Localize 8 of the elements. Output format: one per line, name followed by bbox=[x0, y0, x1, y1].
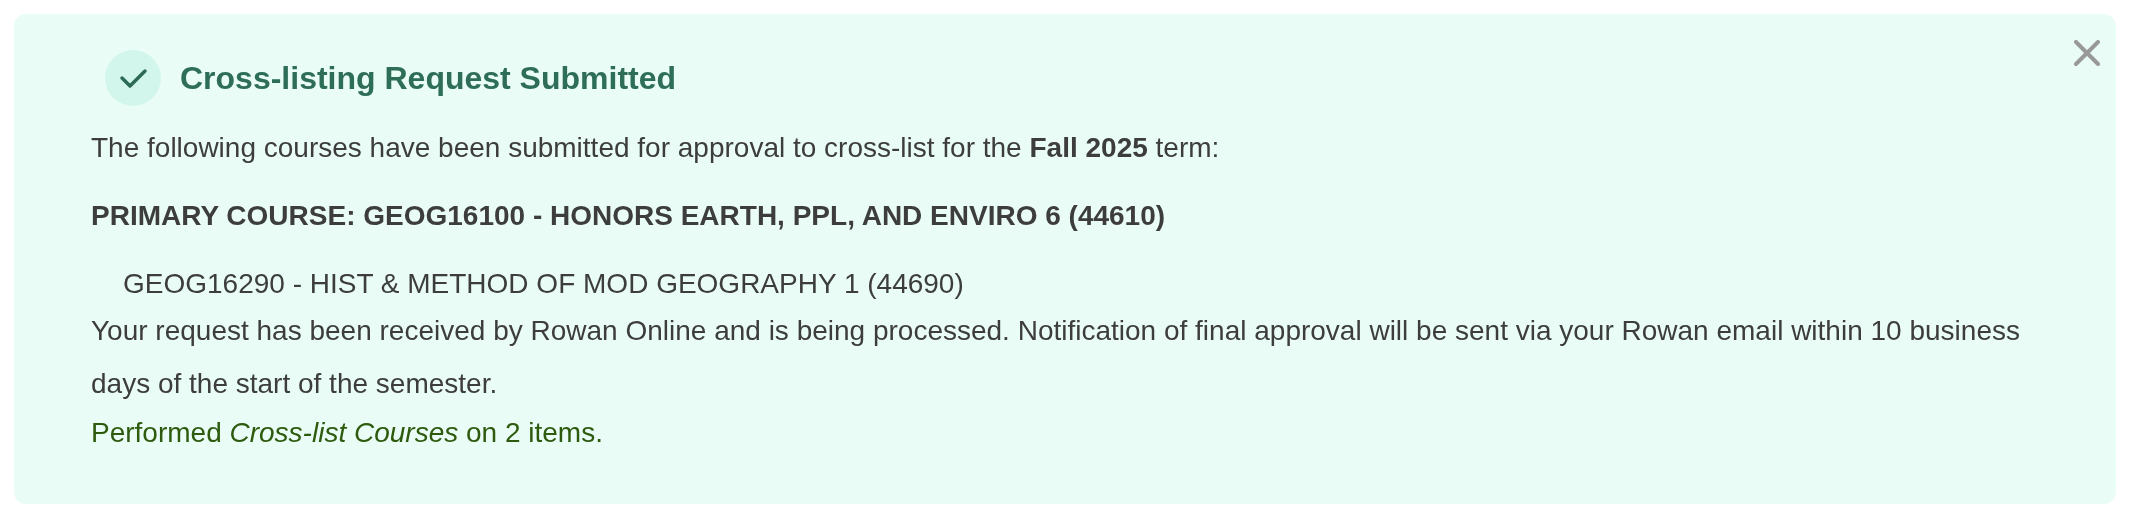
course-item: GEOG16290 - HIST & METHOD OF MOD GEOGRAPHY 1 (44690) bbox=[122, 267, 965, 301]
intro-text: The following courses have been submitted for approval to cross-list for the Fall 2025 term: bbox=[91, 131, 1221, 165]
checkmark-icon bbox=[105, 50, 161, 106]
message-text: Your request has been received by Rowan Online and is being processed. Notification of final approval will be sent via your Rowan email within 10 business days of the start of the semester. bbox=[91, 314, 2021, 401]
result-text: Performed Cross-list Courses on 2 items. bbox=[91, 416, 604, 450]
primary-course: PRIMARY COURSE: GEOG16100 - HONORS EARTH, PPL, AND ENVIRO 6 (44610) bbox=[91, 199, 1167, 233]
alert-title: Cross-listing Request Submitted bbox=[180, 59, 677, 98]
close-icon bbox=[2074, 40, 2100, 66]
